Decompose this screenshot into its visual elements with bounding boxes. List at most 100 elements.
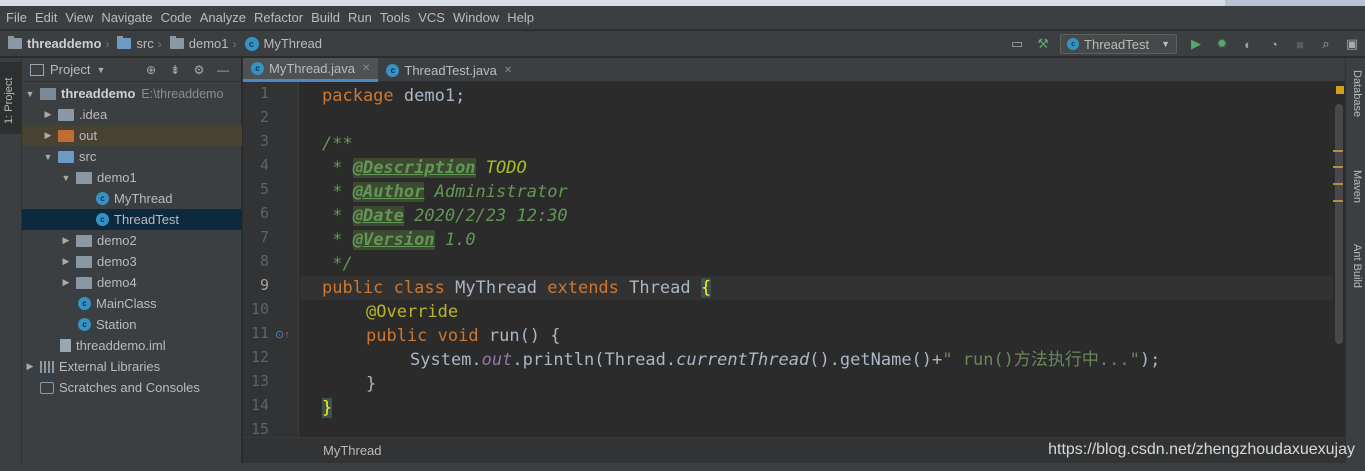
tree-item-external-libraries[interactable]: ▶ External Libraries: [22, 356, 242, 377]
navigation-bar: threaddemo › src › demo1 › c MyThread ▭ …: [0, 31, 1365, 57]
javadoc-tag: @Version: [352, 230, 435, 250]
line-number: 13: [250, 372, 269, 390]
code-editor[interactable]: package demo1; /** * @Description TODO *…: [300, 82, 1333, 437]
tree-item-out[interactable]: ▶ out: [22, 125, 242, 146]
breadcrumb-threaddemo[interactable]: threaddemo ›: [0, 36, 109, 51]
collapse-all-icon[interactable]: ⇟: [166, 60, 184, 80]
warning-marker[interactable]: [1333, 183, 1343, 185]
tree-item-idea[interactable]: ▶ .idea: [22, 104, 242, 125]
hide-icon[interactable]: —: [214, 60, 232, 80]
ide-features-icon[interactable]: ▣: [1341, 34, 1363, 54]
project-tool-tab[interactable]: 1: Project: [0, 62, 22, 134]
breadcrumb-mythread[interactable]: c MyThread: [237, 36, 322, 51]
menu-run[interactable]: Run: [344, 6, 376, 30]
comment-text: Administrator: [424, 182, 568, 202]
editor-gutter[interactable]: 1 2 3 4 5 6 7 8 9 10 11 12 13 14 15 ⊙↑: [243, 82, 319, 438]
project-panel: Project ▼ ⊕ ⇟ ⚙ — ▼ threaddemo E:\thread…: [22, 58, 242, 471]
search-icon[interactable]: ⌕: [1315, 34, 1337, 54]
breadcrumb-label: threaddemo: [27, 36, 102, 51]
line-number: 11: [250, 324, 269, 342]
menu-navigate[interactable]: Navigate: [97, 6, 156, 30]
line-number: 12: [250, 348, 269, 366]
menu-edit[interactable]: Edit: [31, 6, 61, 30]
left-tool-stripe: 1: Project: [0, 58, 22, 471]
tab-label: MyThread.java: [269, 61, 355, 76]
tree-item-threaddemo[interactable]: ▼ threaddemo E:\threaddemo: [22, 83, 242, 104]
close-icon[interactable]: ✕: [504, 65, 512, 76]
collapsed-arrow-icon[interactable]: ▶: [42, 109, 54, 120]
breadcrumb-demo1[interactable]: demo1 ›: [162, 36, 237, 51]
tree-item-src[interactable]: ▼ src: [22, 146, 242, 167]
menu-window[interactable]: Window: [449, 6, 503, 30]
menu-file[interactable]: File: [2, 6, 31, 30]
menu-build[interactable]: Build: [307, 6, 344, 30]
tree-item-station[interactable]: c Station: [22, 314, 242, 335]
tree-item-demo1[interactable]: ▼ demo1: [22, 167, 242, 188]
warning-marker[interactable]: [1333, 150, 1343, 152]
code-text: .println(Thread.: [512, 350, 677, 370]
tree-item-scratches[interactable]: Scratches and Consoles: [22, 377, 242, 398]
chevron-down-icon[interactable]: ▼: [96, 65, 105, 75]
tree-item-demo2[interactable]: ▶ demo2: [22, 230, 242, 251]
project-panel-title[interactable]: Project: [50, 62, 90, 77]
warning-icon[interactable]: [1336, 86, 1344, 94]
error-stripe[interactable]: [1333, 82, 1345, 437]
menu-code[interactable]: Code: [157, 6, 196, 30]
collapsed-arrow-icon[interactable]: ▶: [60, 277, 72, 288]
expand-arrow-icon[interactable]: ▼: [60, 173, 72, 183]
menu-refactor[interactable]: Refactor: [250, 6, 307, 30]
line-number: 5: [259, 180, 269, 198]
tree-item-demo3[interactable]: ▶ demo3: [22, 251, 242, 272]
javadoc-tag: @Date: [352, 206, 404, 226]
close-icon[interactable]: ✕: [362, 63, 370, 74]
line-number: 2: [259, 108, 269, 126]
code-line-5: * @Author Administrator: [322, 180, 568, 204]
debug-icon[interactable]: ✹: [1211, 34, 1233, 54]
breadcrumb-src[interactable]: src ›: [109, 36, 162, 51]
warning-marker[interactable]: [1333, 200, 1343, 202]
collapsed-arrow-icon[interactable]: ▶: [24, 361, 36, 372]
tree-item-demo4[interactable]: ▶ demo4: [22, 272, 242, 293]
run-icon[interactable]: ▶: [1185, 34, 1207, 54]
build-hammer-icon[interactable]: ⚒: [1032, 34, 1054, 54]
tree-item-iml[interactable]: threaddemo.iml: [22, 335, 242, 356]
tree-item-threadtest[interactable]: c ThreadTest: [22, 209, 242, 230]
menu-analyze[interactable]: Analyze: [196, 6, 250, 30]
collapsed-arrow-icon[interactable]: ▶: [60, 256, 72, 267]
tab-label: ThreadTest.java: [404, 62, 497, 78]
profile-icon[interactable]: ◔: [1263, 34, 1285, 54]
expand-arrow-icon[interactable]: ▼: [24, 89, 36, 99]
code-line-8: */: [322, 254, 353, 274]
layout-icon[interactable]: ▭: [1006, 34, 1028, 54]
static-field: out: [481, 350, 513, 370]
class-name: MyThread: [455, 278, 537, 298]
menu-help[interactable]: Help: [503, 6, 538, 30]
tree-item-mythread[interactable]: c MyThread: [22, 188, 242, 209]
project-tree: ▼ threaddemo E:\threaddemo ▶ .idea ▶ out…: [22, 83, 242, 398]
menu-vcs[interactable]: VCS: [414, 6, 449, 30]
menu-view[interactable]: View: [61, 6, 97, 30]
locate-icon[interactable]: ⊕: [142, 60, 160, 80]
override-method-icon[interactable]: ⊙↑: [275, 328, 290, 341]
line-number: 14: [250, 396, 269, 414]
code-line-11: public void run() {: [366, 324, 561, 348]
editor-breadcrumb-item[interactable]: MyThread: [323, 443, 382, 458]
gear-icon[interactable]: ⚙: [190, 60, 208, 80]
line-number-current: 9: [259, 276, 269, 294]
tab-threadtest[interactable]: c ThreadTest.java ✕: [378, 58, 520, 82]
coverage-icon[interactable]: ◐: [1237, 34, 1259, 54]
tree-item-label: External Libraries: [59, 359, 161, 374]
line-number: 6: [259, 204, 269, 222]
collapsed-arrow-icon[interactable]: ▶: [60, 235, 72, 246]
stop-icon[interactable]: ■: [1289, 34, 1311, 54]
class-icon: c: [78, 297, 91, 310]
collapsed-arrow-icon[interactable]: ▶: [42, 130, 54, 141]
tree-item-mainclass[interactable]: c MainClass: [22, 293, 242, 314]
run-configuration-select[interactable]: c ThreadTest ▼: [1060, 34, 1177, 54]
menu-tools[interactable]: Tools: [376, 6, 414, 30]
tab-mythread[interactable]: c MyThread.java ✕: [243, 58, 379, 82]
expand-arrow-icon[interactable]: ▼: [42, 152, 54, 162]
menu-bar: File Edit View Navigate Code Analyze Ref…: [0, 6, 1365, 30]
warning-marker[interactable]: [1333, 166, 1343, 168]
vertical-scrollbar[interactable]: [1335, 104, 1343, 344]
